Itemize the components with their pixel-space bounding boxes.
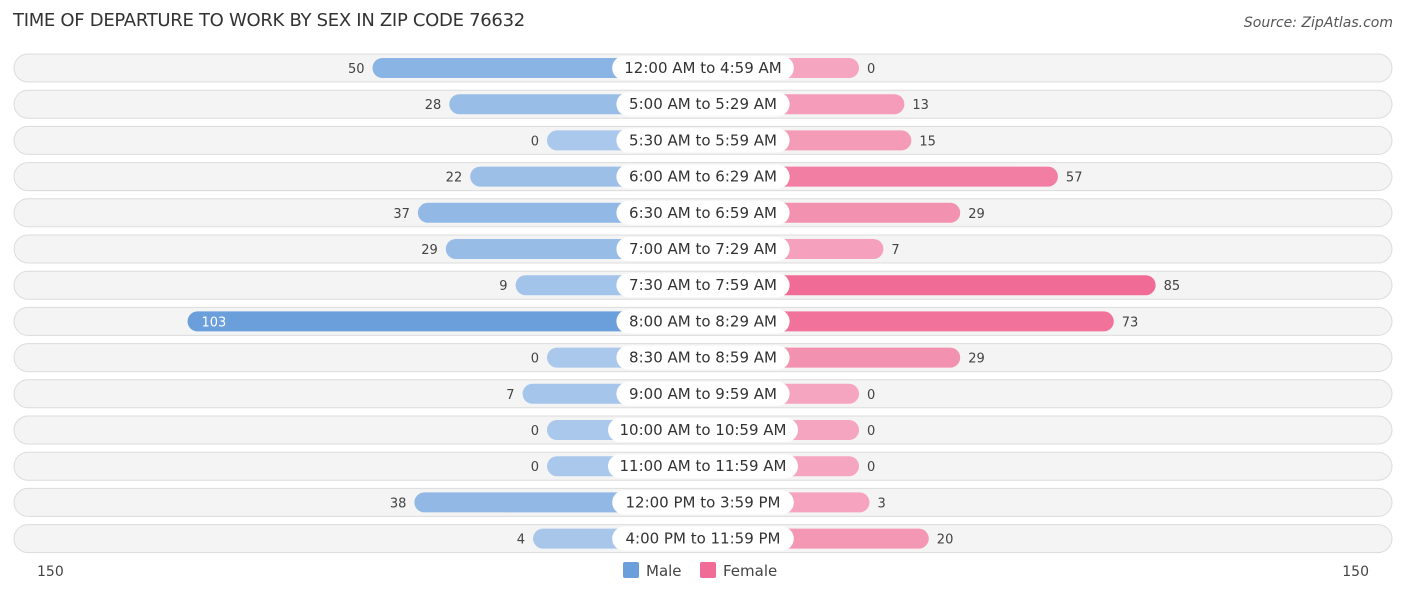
legend-swatch-female bbox=[700, 562, 716, 578]
female-value-label: 0 bbox=[867, 460, 875, 475]
chart-svg: 50 0 12:00 AM to 4:59 AM 28 13 5:00 AM to 5:2… bbox=[13, 53, 1393, 580]
table-row: 7 0 9:00 AM to 9:59 AM bbox=[13, 379, 1393, 409]
table-row: 28 13 5:00 AM to 5:29 AM bbox=[13, 89, 1393, 119]
female-value-label: 57 bbox=[1066, 171, 1083, 186]
male-value-label: 7 bbox=[506, 388, 514, 403]
chart-legend: Male Female bbox=[623, 562, 777, 580]
category-label: 5:30 AM to 5:59 AM bbox=[629, 131, 777, 149]
chart-rows: 50 0 12:00 AM to 4:59 AM 28 13 5:00 AM to 5:2… bbox=[13, 53, 1393, 554]
category-label: 6:00 AM to 6:29 AM bbox=[629, 168, 777, 186]
category-label: 12:00 AM to 4:59 AM bbox=[624, 59, 781, 77]
table-row: 103 73 8:00 AM to 8:29 AM bbox=[13, 306, 1393, 336]
table-row: 37 29 6:30 AM to 6:59 AM bbox=[13, 198, 1393, 228]
female-value-label: 15 bbox=[919, 134, 936, 149]
legend-label-male: Male bbox=[646, 562, 682, 580]
female-value-label: 3 bbox=[877, 496, 885, 511]
male-value-label: 37 bbox=[393, 207, 410, 222]
category-label: 8:00 AM to 8:29 AM bbox=[629, 312, 777, 330]
female-value-label: 85 bbox=[1164, 279, 1181, 294]
male-value-label: 28 bbox=[425, 98, 442, 113]
category-label: 8:30 AM to 8:59 AM bbox=[629, 349, 777, 367]
axis-label-right: 150 bbox=[1342, 564, 1369, 580]
table-row: 0 0 10:00 AM to 10:59 AM bbox=[13, 415, 1393, 445]
legend-label-female: Female bbox=[723, 562, 777, 580]
axis-label-left: 150 bbox=[37, 564, 64, 580]
category-label: 7:30 AM to 7:59 AM bbox=[629, 276, 777, 294]
category-label: 12:00 PM to 3:59 PM bbox=[625, 493, 780, 511]
male-value-label: 0 bbox=[531, 424, 539, 439]
female-value-label: 0 bbox=[867, 388, 875, 403]
male-value-label: 29 bbox=[421, 243, 438, 258]
female-value-label: 29 bbox=[968, 207, 985, 222]
female-value-label: 73 bbox=[1122, 315, 1139, 330]
category-label: 9:00 AM to 9:59 AM bbox=[629, 385, 777, 403]
table-row: 50 0 12:00 AM to 4:59 AM bbox=[13, 53, 1393, 83]
table-row: 0 29 8:30 AM to 8:59 AM bbox=[13, 343, 1393, 373]
female-value-label: 13 bbox=[912, 98, 929, 113]
table-row: 29 7 7:00 AM to 7:29 AM bbox=[13, 234, 1393, 264]
table-row: 4 20 4:00 PM to 11:59 PM bbox=[13, 524, 1393, 554]
category-label: 5:00 AM to 5:29 AM bbox=[629, 95, 777, 113]
male-value-label: 0 bbox=[531, 352, 539, 367]
category-label: 11:00 AM to 11:59 AM bbox=[620, 457, 787, 475]
male-value-label: 0 bbox=[531, 134, 539, 149]
male-value-label: 50 bbox=[348, 62, 365, 77]
legend-swatch-male bbox=[623, 562, 639, 578]
category-label: 10:00 AM to 10:59 AM bbox=[620, 421, 787, 439]
table-row: 38 3 12:00 PM to 3:59 PM bbox=[13, 487, 1393, 517]
table-row: 0 0 11:00 AM to 11:59 AM bbox=[13, 451, 1393, 481]
male-value-label: 0 bbox=[531, 460, 539, 475]
male-value-label: 103 bbox=[202, 315, 227, 330]
female-value-label: 0 bbox=[867, 62, 875, 77]
category-label: 6:30 AM to 6:59 AM bbox=[629, 204, 777, 222]
male-value-label: 4 bbox=[517, 533, 525, 548]
female-value-label: 29 bbox=[968, 352, 985, 367]
category-label: 7:00 AM to 7:29 AM bbox=[629, 240, 777, 258]
female-value-label: 7 bbox=[891, 243, 899, 258]
table-row: 0 15 5:30 AM to 5:59 AM bbox=[13, 125, 1393, 155]
female-value-label: 0 bbox=[867, 424, 875, 439]
male-value-label: 22 bbox=[446, 171, 463, 186]
category-label: 4:00 PM to 11:59 PM bbox=[625, 530, 780, 548]
table-row: 9 85 7:30 AM to 7:59 AM bbox=[13, 270, 1393, 300]
male-value-label: 9 bbox=[499, 279, 507, 294]
male-value-label: 38 bbox=[390, 496, 407, 511]
table-row: 22 57 6:00 AM to 6:29 AM bbox=[13, 162, 1393, 192]
female-value-label: 20 bbox=[937, 533, 954, 548]
